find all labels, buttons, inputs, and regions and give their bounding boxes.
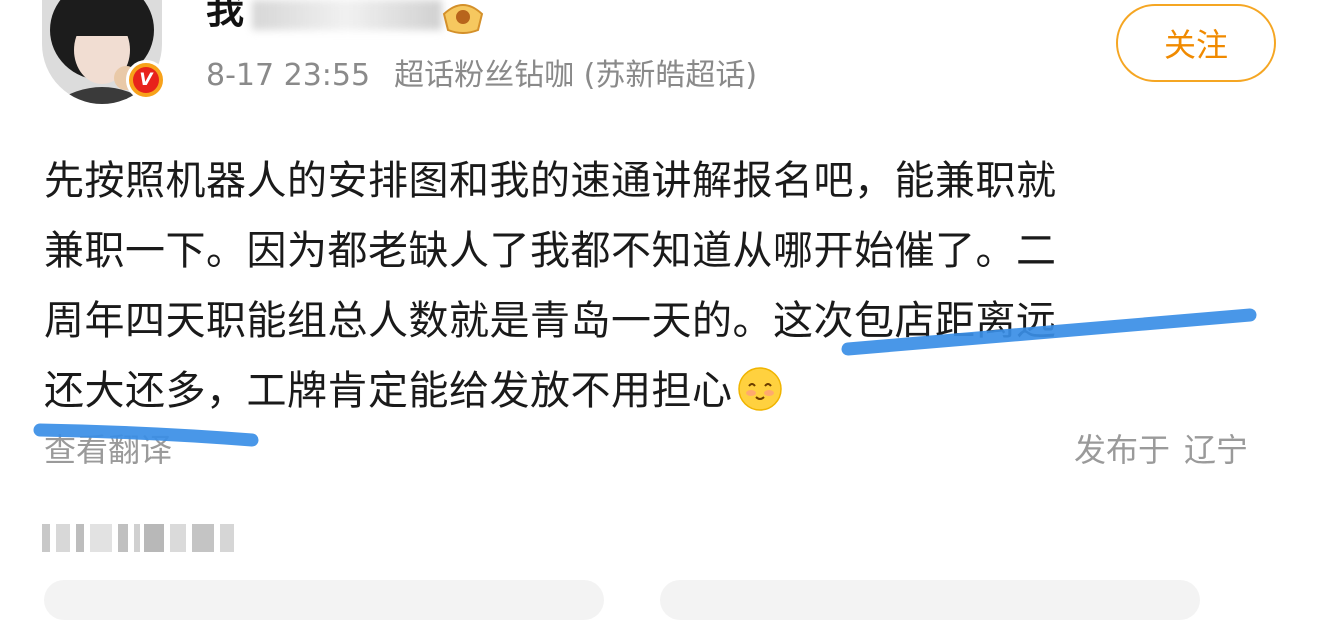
fan-badge-icon: 1 (442, 4, 488, 34)
obscured-content (42, 524, 234, 552)
action-card[interactable] (660, 580, 1200, 620)
smile-emoji-icon (737, 367, 782, 411)
post-body: 先按照机器人的安排图和我的速通讲解报名吧，能兼职就 兼职一下。因为都老缺人了我都… (44, 146, 1254, 426)
post-meta: 8-17 23:55 超话粉丝钻咖 (苏新皓超话) (206, 56, 757, 96)
post-timestamp: 8-17 23:55 (206, 58, 371, 93)
username[interactable]: 我 (206, 0, 244, 32)
follow-button[interactable]: 关注 (1116, 4, 1276, 82)
action-card[interactable] (44, 580, 604, 620)
post-text-line: 兼职一下。因为都老缺人了我都不知道从哪开始催了。二 (44, 228, 1057, 274)
location-name: 辽宁 (1184, 431, 1249, 469)
svg-text:1: 1 (480, 19, 488, 33)
verified-badge-icon: V (126, 60, 166, 100)
translate-link[interactable]: 查看翻译 (44, 424, 172, 476)
post-text-line: 还大还多，工牌肯定能给发放不用担心 (44, 368, 733, 414)
post-text-line-last: 还大还多，工牌肯定能给发放不用担心 (44, 356, 1254, 426)
location-prefix: 发布于 (1074, 431, 1171, 469)
post-text-line: 周年四天职能组总人数就是青岛一天的。这次包店距离远 (44, 298, 1057, 344)
username-obscured (252, 0, 442, 30)
post-location: 发布于 辽宁 (1074, 424, 1248, 476)
verified-mark: V (133, 67, 159, 93)
post-source[interactable]: 超话粉丝钻咖 (苏新皓超话) (394, 58, 757, 93)
post-text-line: 先按照机器人的安排图和我的速通讲解报名吧，能兼职就 (44, 158, 1057, 204)
